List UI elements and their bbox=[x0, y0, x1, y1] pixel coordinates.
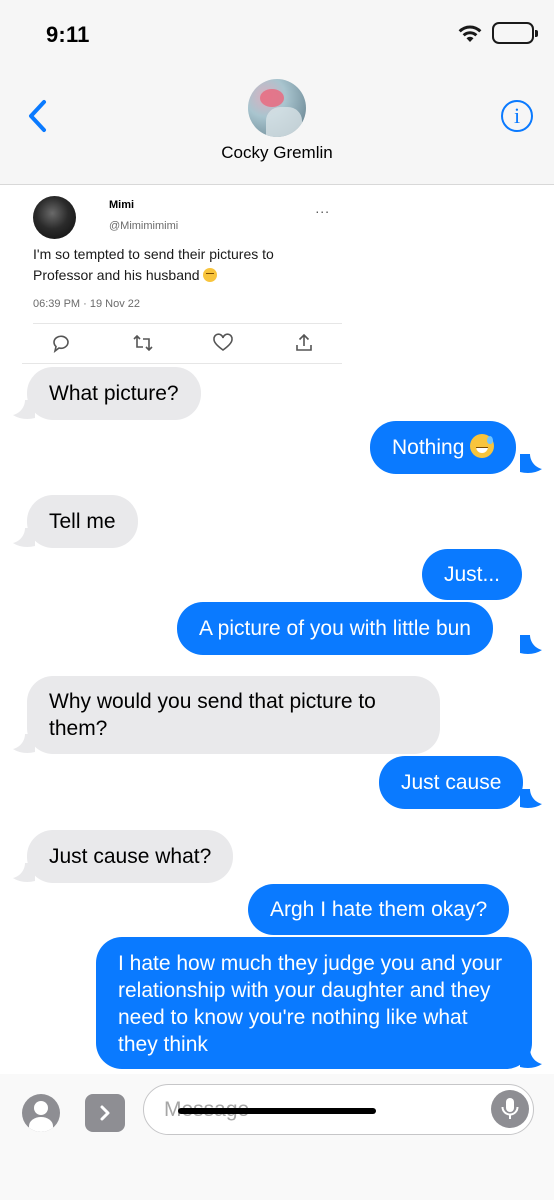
message-bubble-outgoing[interactable]: I hate how much they judge you and your … bbox=[96, 937, 532, 1069]
info-icon: i bbox=[513, 103, 521, 128]
tweet-text-body: I'm so tempted to send their pictures to… bbox=[33, 246, 274, 283]
home-indicator[interactable] bbox=[178, 1108, 376, 1114]
message-text: I hate how much they judge you and your … bbox=[118, 952, 503, 1056]
input-bar bbox=[0, 1074, 554, 1200]
share-icon bbox=[293, 332, 315, 354]
battery-icon bbox=[492, 22, 538, 44]
retweet-icon bbox=[132, 332, 154, 354]
message-text: Just cause bbox=[401, 771, 502, 794]
info-button[interactable]: i bbox=[501, 100, 533, 132]
message-bubble-incoming[interactable]: Why would you send that picture to them? bbox=[27, 676, 440, 754]
contact-avatar[interactable] bbox=[248, 79, 306, 137]
tweet-card[interactable]: Mimi @Mimimimimi ... I'm so tempted to s… bbox=[22, 186, 342, 364]
bubble-tail-incoming bbox=[13, 734, 35, 753]
tweet-author-name: Mimi bbox=[109, 199, 135, 211]
avatar-body-shape bbox=[266, 107, 302, 137]
contact-name[interactable]: Cocky Gremlin bbox=[0, 143, 554, 163]
message-text: What picture? bbox=[49, 382, 179, 405]
status-bar: 9:11 bbox=[0, 0, 554, 64]
person-icon-head bbox=[34, 1101, 48, 1115]
reply-icon bbox=[50, 332, 72, 354]
person-icon-shoulders bbox=[29, 1117, 53, 1132]
microphone-icon bbox=[501, 1098, 519, 1119]
message-text: A picture of you with little bun bbox=[199, 617, 471, 640]
tweet-actions bbox=[22, 332, 342, 354]
message-bubble-outgoing[interactable]: Just cause bbox=[379, 756, 524, 809]
back-button[interactable] bbox=[20, 94, 60, 138]
bubble-tail-incoming bbox=[13, 400, 35, 419]
person-icon[interactable] bbox=[22, 1094, 60, 1132]
tweet-timestamp: 06:39 PM · 19 Nov 22 bbox=[33, 298, 141, 310]
message-text-body: Nothing bbox=[392, 436, 465, 459]
message-text: Just... bbox=[444, 563, 501, 586]
message-text: Tell me bbox=[49, 510, 116, 533]
conversation-header: Cocky Gremlin i bbox=[0, 64, 554, 185]
status-time: 9:11 bbox=[46, 22, 90, 47]
message-bubble-outgoing[interactable]: Just... bbox=[422, 549, 523, 600]
message-bubble-incoming[interactable]: What picture? bbox=[27, 367, 201, 420]
message-text: Just cause what? bbox=[49, 845, 212, 868]
bubble-tail-outgoing bbox=[520, 635, 542, 654]
bubble-tail-incoming bbox=[13, 528, 35, 547]
tweet-avatar bbox=[33, 196, 76, 239]
expand-button[interactable] bbox=[85, 1094, 125, 1132]
bubble-tail-outgoing bbox=[520, 789, 542, 808]
tweet-text: I'm so tempted to send their pictures to… bbox=[33, 244, 333, 286]
message-text: Nothing bbox=[392, 434, 495, 461]
bubble-tail-incoming bbox=[13, 863, 35, 882]
message-text: Argh I hate them okay? bbox=[270, 898, 488, 921]
message-bubble-outgoing[interactable]: A picture of you with little bun bbox=[177, 602, 493, 655]
tweet-divider bbox=[33, 323, 342, 324]
message-bubble-incoming[interactable]: Just cause what? bbox=[27, 830, 234, 883]
bubble-tail-outgoing bbox=[520, 1049, 542, 1068]
status-icons bbox=[456, 22, 538, 44]
avatar-hair-shape bbox=[260, 89, 284, 107]
chevron-left-icon bbox=[29, 100, 46, 132]
sweat-smile-emoji bbox=[470, 434, 495, 458]
like-icon bbox=[212, 332, 234, 354]
message-bubble-incoming[interactable]: Tell me bbox=[27, 495, 138, 548]
tweet-more-icon: ... bbox=[315, 200, 330, 216]
message-text: Why would you send that picture to them? bbox=[49, 690, 376, 740]
message-bubble-outgoing[interactable]: Argh I hate them okay? bbox=[248, 884, 510, 935]
wifi-icon bbox=[456, 22, 484, 44]
grimace-emoji bbox=[202, 268, 217, 282]
chevron-right-icon bbox=[100, 1105, 110, 1121]
microphone-button[interactable] bbox=[491, 1090, 529, 1128]
message-bubble-outgoing[interactable]: Nothing bbox=[370, 421, 517, 474]
tweet-author-handle: @Mimimimimi bbox=[109, 220, 179, 232]
bubble-tail-outgoing bbox=[520, 454, 542, 473]
